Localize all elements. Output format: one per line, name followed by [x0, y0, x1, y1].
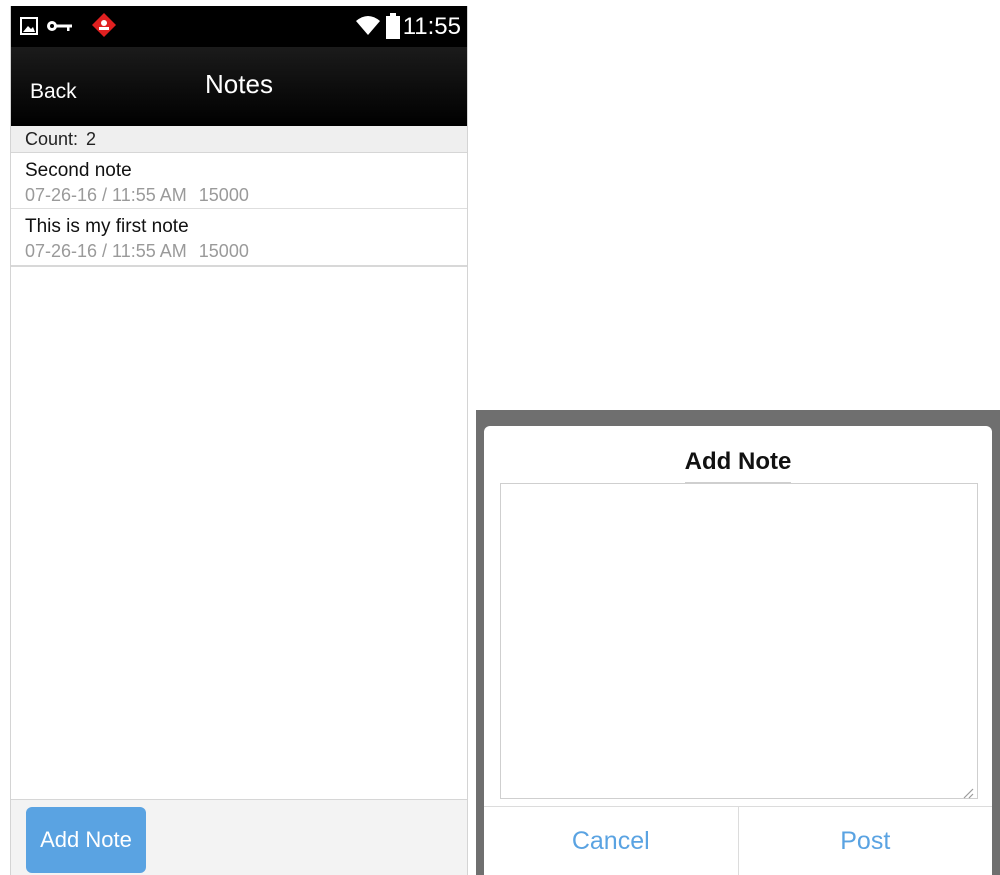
dialog-actions: Cancel Post	[484, 806, 992, 875]
page-title: Notes	[205, 69, 273, 99]
count-label: Count:	[25, 129, 79, 149]
list-item[interactable]: Second note 07-26-16 / 11:55 AM 15000	[11, 153, 467, 209]
count-value: 2	[86, 129, 97, 149]
phone-screen: 11:55 Back Notes Count: 2 Second note 07-…	[10, 6, 468, 875]
note-date: 07-26-16 / 11:55 AM	[25, 185, 187, 205]
note-meta: 07-26-16 / 11:55 AM 15000	[25, 184, 467, 206]
count-bar: Count: 2	[11, 126, 467, 153]
note-id: 15000	[198, 185, 249, 205]
image-icon	[19, 16, 39, 41]
status-time: 11:55	[402, 13, 461, 40]
notes-list: Second note 07-26-16 / 11:55 AM 15000 Thi…	[11, 153, 467, 267]
key-icon	[46, 19, 74, 38]
alert-icon	[91, 12, 117, 43]
dialog-title: Add Note	[484, 448, 992, 484]
note-title: Second note	[25, 160, 132, 181]
note-date: 07-26-16 / 11:55 AM	[25, 241, 187, 261]
dialog-title-text: Add Note	[684, 448, 792, 484]
note-id: 15000	[198, 241, 249, 261]
cancel-button[interactable]: Cancel	[484, 807, 739, 875]
resize-grip-icon[interactable]	[962, 786, 974, 804]
dialog-overlay: Add Note Cancel Post	[476, 410, 1000, 875]
note-title: This is my first note	[25, 216, 189, 237]
list-item[interactable]: This is my first note 07-26-16 / 11:55 A…	[11, 209, 467, 265]
status-bar: 11:55	[11, 6, 467, 47]
add-note-dialog: Add Note Cancel Post	[484, 426, 992, 875]
battery-icon	[386, 13, 400, 44]
post-button[interactable]: Post	[739, 807, 993, 875]
note-textarea[interactable]	[500, 483, 978, 799]
app-header: Back Notes	[11, 47, 467, 126]
bottom-bar: Add Note	[11, 799, 467, 875]
note-meta: 07-26-16 / 11:55 AM 15000	[25, 240, 467, 262]
add-note-button[interactable]: Add Note	[26, 807, 146, 873]
wifi-icon	[355, 14, 381, 41]
